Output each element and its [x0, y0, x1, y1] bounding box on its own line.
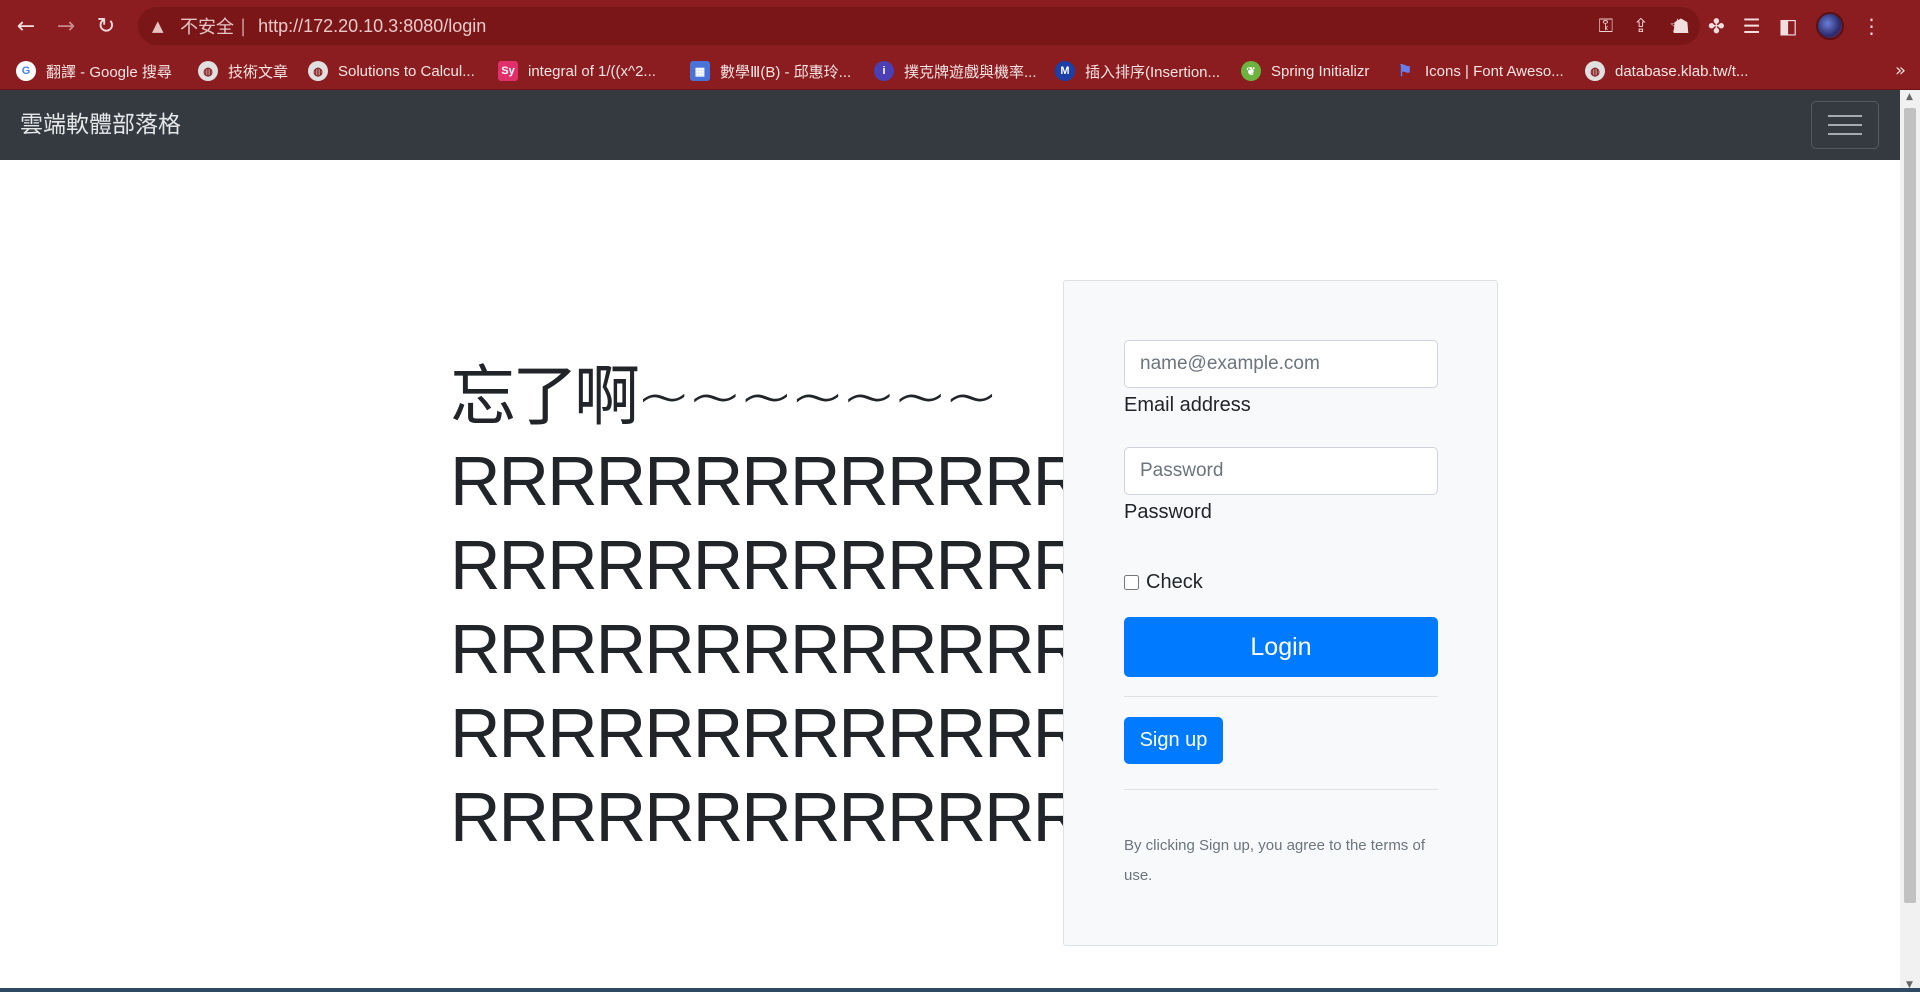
taskbar-edge — [0, 988, 1920, 992]
bookmark-label: 撲克牌遊戲與機率... — [904, 63, 1037, 81]
url-separator: | — [240, 15, 247, 37]
bookmark-calculus-solutions[interactable]: ◍ Solutions to Calcul... — [308, 52, 475, 90]
ghost-extension-icon[interactable]: ☗ — [1672, 14, 1690, 38]
hero-line: RRRRRRRRRRRRR — [450, 610, 1083, 688]
terms-text: By clicking Sign up, you agree to the te… — [1124, 837, 1425, 884]
globe-icon: ◍ — [308, 61, 328, 81]
hero-line: RRRRRRRRRRRRR — [450, 442, 1083, 520]
bookmark-label: database.klab.tw/t... — [1615, 62, 1749, 80]
hero-text: 忘了啊~~~~~~~ RRRRRRRRRRRRR RRRRRRRRRRRRR R… — [450, 355, 1083, 859]
google-icon: G — [16, 61, 36, 81]
bookmark-database-klab[interactable]: ◍ database.klab.tw/t... — [1585, 52, 1748, 90]
media-queue-icon[interactable]: ☰ — [1743, 14, 1761, 38]
page-viewport: 雲端軟體部落格 忘了啊~~~~~~~ RRRRRRRRRRRRR RRRRRRR… — [0, 90, 1920, 992]
bookmark-spring-initializr[interactable]: ❦ Spring Initializr — [1241, 52, 1369, 90]
reload-icon[interactable]: ↻ — [90, 10, 122, 42]
hero-line: RRRRRRRRRRRRR — [450, 526, 1083, 604]
bookmark-label: Icons | Font Aweso... — [1425, 62, 1564, 80]
hamburger-line — [1828, 124, 1862, 126]
email-label: Email address — [1124, 394, 1251, 416]
signup-button[interactable]: Sign up — [1124, 717, 1223, 764]
hero-line: RRRRRRRRRRRRR — [450, 778, 1083, 856]
back-icon[interactable]: ← — [10, 10, 42, 42]
password-label: Password — [1124, 501, 1212, 523]
profile-avatar[interactable] — [1815, 12, 1844, 40]
bookmarks-bar: G 翻譯 - Google 搜尋 ◍ 技術文章 ◍ Solutions to C… — [0, 52, 1920, 90]
divider — [1124, 789, 1438, 790]
hero-line: 忘了啊~~~~~~~ — [450, 358, 999, 435]
hamburger-line — [1828, 133, 1862, 135]
bookmarks-overflow-button[interactable]: » — [1895, 52, 1906, 90]
bookmark-label: 數學Ⅲ(B) - 邱惠玲... — [720, 63, 852, 81]
scroll-up-arrow-icon[interactable]: ▲ — [1906, 92, 1913, 102]
puzzle-icon[interactable]: ✤ — [1708, 14, 1725, 38]
bookmark-math-course[interactable]: ▦ 數學Ⅲ(B) - 邱惠玲... — [690, 52, 851, 90]
bookmark-label: integral of 1/((x^2... — [528, 62, 656, 80]
check-checkbox[interactable] — [1124, 575, 1139, 590]
symbolab-icon: Sy — [498, 61, 518, 81]
login-card: Email address Password Check Login Sign … — [1063, 280, 1498, 946]
medium-icon: M — [1055, 61, 1075, 81]
key-icon[interactable]: ⚿ — [1599, 15, 1613, 37]
info-icon: i — [874, 61, 894, 81]
bookmark-font-awesome[interactable]: ⚑ Icons | Font Aweso... — [1395, 52, 1564, 90]
address-bar[interactable]: ▲ 不安全 | http://172.20.10.3:8080/login ⚿ … — [138, 7, 1700, 45]
check-label: Check — [1146, 571, 1203, 593]
site-brand[interactable]: 雲端軟體部落格 — [20, 90, 181, 160]
bookmark-tech-articles[interactable]: ◍ 技術文章 — [198, 52, 288, 90]
site-navbar: 雲端軟體部落格 — [0, 90, 1900, 160]
bookmark-google-translate[interactable]: G 翻譯 - Google 搜尋 — [16, 52, 172, 90]
forward-icon[interactable]: → — [50, 10, 82, 42]
bookmark-poker-probability[interactable]: i 撲克牌遊戲與機率... — [874, 52, 1037, 90]
bookmark-label: 翻譯 - Google 搜尋 — [46, 63, 172, 81]
side-panel-icon[interactable]: ◧ — [1779, 14, 1798, 38]
bookmark-label: Solutions to Calcul... — [338, 62, 475, 80]
bookmark-label: 插入排序(Insertion... — [1085, 63, 1221, 81]
globe-icon: ◍ — [1585, 61, 1605, 81]
navbar-toggler-button[interactable] — [1811, 101, 1879, 149]
kebab-menu-icon[interactable]: ⋮ — [1862, 14, 1882, 38]
globe-icon: ◍ — [198, 61, 218, 81]
url-text[interactable]: http://172.20.10.3:8080/login — [258, 16, 486, 37]
login-button[interactable]: Login — [1124, 617, 1438, 677]
warning-icon: ▲ — [152, 17, 164, 35]
calendar-icon: ▦ — [690, 61, 710, 81]
hero-line: RRRRRRRRRRRRR — [450, 694, 1083, 772]
hamburger-line — [1828, 115, 1862, 117]
bookmark-label: 技術文章 — [228, 63, 289, 81]
flag-icon: ⚑ — [1397, 63, 1413, 80]
browser-toolbar: ← → ↻ ▲ 不安全 | http://172.20.10.3:8080/lo… — [0, 0, 1920, 52]
bookmark-label: Spring Initializr — [1271, 62, 1370, 80]
email-input[interactable] — [1124, 340, 1438, 388]
divider — [1124, 696, 1438, 697]
bookmark-integral[interactable]: Sy integral of 1/((x^2... — [498, 52, 656, 90]
password-input[interactable] — [1124, 447, 1438, 495]
check-row: Check — [1124, 571, 1203, 594]
scroll-thumb[interactable] — [1904, 108, 1916, 903]
page-scrollbar[interactable]: ▲ ▼ — [1900, 90, 1920, 992]
spring-icon: ❦ — [1241, 61, 1261, 81]
bookmark-insertion-sort[interactable]: M 插入排序(Insertion... — [1055, 52, 1220, 90]
share-icon[interactable]: ⇪ — [1633, 15, 1649, 37]
insecure-label: 不安全 — [180, 17, 234, 38]
